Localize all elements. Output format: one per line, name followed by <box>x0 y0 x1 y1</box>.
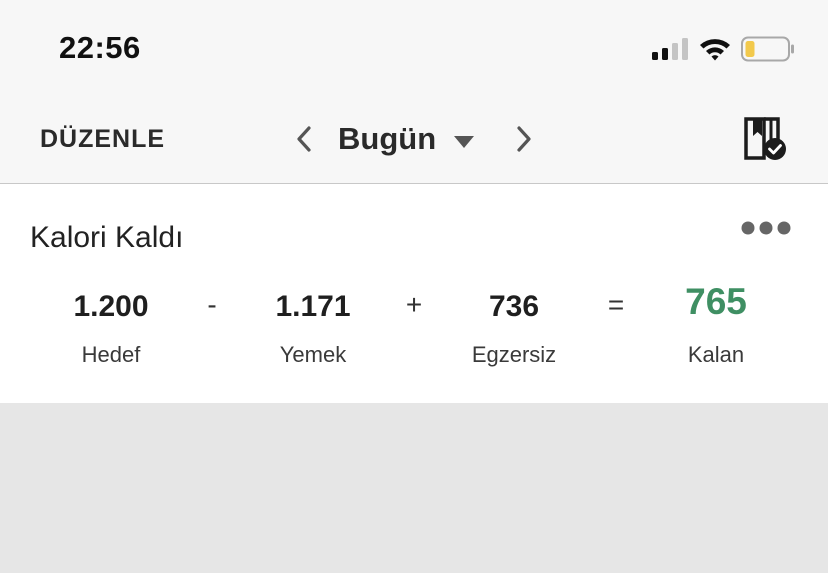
remaining-stat: 765 Kalan <box>636 282 796 368</box>
wifi-icon <box>700 39 730 61</box>
date-selector-label[interactable]: Bugün <box>338 121 436 157</box>
food-value: 1.171 <box>275 290 351 323</box>
food-label: Yemek <box>279 342 347 367</box>
edit-button[interactable]: DÜZENLE <box>40 125 165 154</box>
signal-icon <box>652 38 688 60</box>
exercise-label: Egzersiz <box>471 342 557 367</box>
exercise-stat: 736 Egzersiz <box>434 282 594 368</box>
chevron-left-icon[interactable] <box>292 124 316 154</box>
caret-down-icon[interactable] <box>453 135 475 149</box>
remaining-value: 765 <box>685 281 747 322</box>
more-dots-icon[interactable] <box>740 218 792 238</box>
day-complete-icon[interactable] <box>742 116 788 162</box>
remaining-label: Kalan <box>687 342 745 367</box>
goal-label: Hedef <box>81 342 141 367</box>
goal-value: 1.200 <box>73 290 149 323</box>
equals-operator: = <box>607 289 625 320</box>
battery-icon <box>741 36 794 62</box>
card-title: Kalori Kaldı <box>30 221 184 254</box>
status-bar: 22:56 <box>0 0 828 92</box>
goal-stat: 1.200 Hedef <box>31 282 191 368</box>
exercise-value: 736 <box>488 290 540 323</box>
plus-operator: + <box>405 289 423 320</box>
calories-remaining-card[interactable]: Kalori Kaldı 1.200 Hedef - 1.171 Yemek +… <box>0 184 828 403</box>
food-stat: 1.171 Yemek <box>233 282 393 368</box>
chevron-right-icon[interactable] <box>512 124 536 154</box>
nav-bar: DÜZENLE Bugün <box>0 92 828 184</box>
status-time: 22:56 <box>59 30 141 65</box>
minus-operator: - <box>207 289 217 320</box>
